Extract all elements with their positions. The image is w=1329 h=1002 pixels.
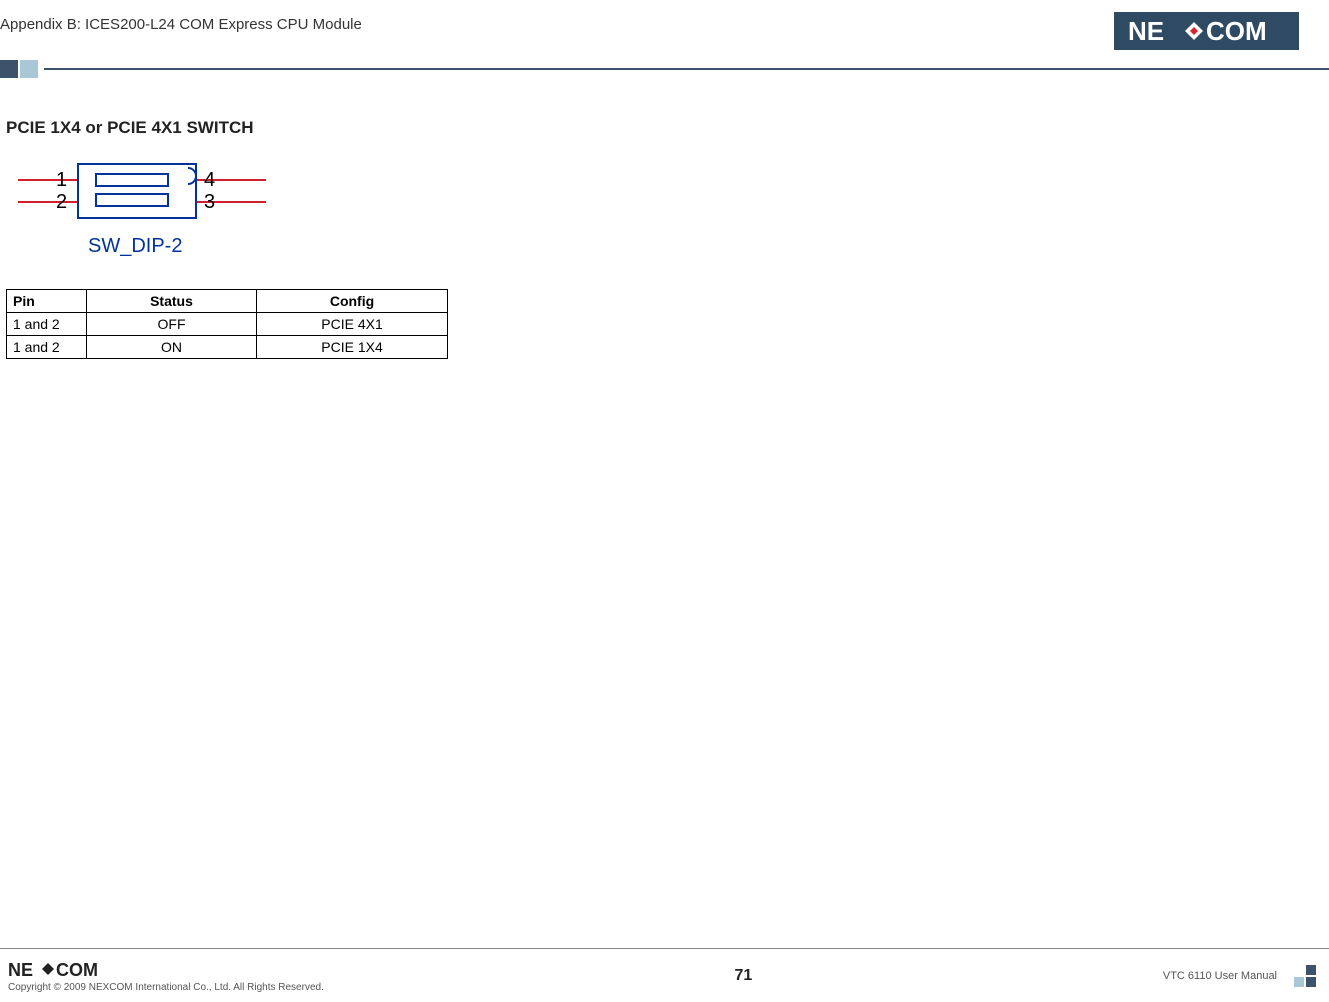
pin-label-1: 1 — [56, 169, 67, 191]
logo-right-text: COM — [1206, 16, 1267, 46]
nexcom-logo: NE COM — [1114, 12, 1299, 50]
header-divider — [0, 60, 1329, 78]
page-header: Appendix B: ICES200-L24 COM Express CPU … — [0, 0, 1329, 50]
table-row: 1 and 2 ON PCIE 1X4 — [7, 336, 448, 359]
page-number: 71 — [734, 967, 752, 985]
decor-squares-footer — [1293, 964, 1317, 988]
config-table: Pin Status Config 1 and 2 OFF PCIE 4X1 1… — [6, 289, 448, 359]
decor-square-light — [20, 60, 38, 78]
copyright-text: Copyright © 2009 NEXCOM International Co… — [8, 982, 324, 993]
col-status: Status — [87, 290, 257, 313]
divider-line — [44, 68, 1329, 70]
cell-config: PCIE 4X1 — [257, 313, 448, 336]
page-content: PCIE 1X4 or PCIE 4X1 SWITCH 1 2 4 3 SW_D… — [0, 78, 1329, 359]
cell-config: PCIE 1X4 — [257, 336, 448, 359]
table-header-row: Pin Status Config — [7, 290, 448, 313]
manual-name: VTC 6110 User Manual — [1163, 970, 1277, 982]
decor-square-dark — [0, 60, 18, 78]
logo-left-text: NE — [1128, 16, 1164, 46]
footer-logo-left: NE — [8, 960, 33, 980]
dip-switch-diagram: 1 2 4 3 SW_DIP-2 — [18, 156, 266, 271]
pin-label-4: 4 — [204, 169, 215, 191]
cell-status: ON — [87, 336, 257, 359]
page-footer: NE COM Copyright © 2009 NEXCOM Internati… — [0, 948, 1329, 1002]
section-title: PCIE 1X4 or PCIE 4X1 SWITCH — [6, 118, 1329, 138]
cell-pin: 1 and 2 — [7, 336, 87, 359]
col-pin: Pin — [7, 290, 87, 313]
table-row: 1 and 2 OFF PCIE 4X1 — [7, 313, 448, 336]
pin-label-3: 3 — [204, 191, 215, 213]
nexcom-logo-footer: NE COM — [8, 960, 118, 980]
cell-status: OFF — [87, 313, 257, 336]
col-config: Config — [257, 290, 448, 313]
footer-logo-right: COM — [56, 960, 98, 980]
header-title: Appendix B: ICES200-L24 COM Express CPU … — [0, 12, 362, 33]
pin-label-2: 2 — [56, 191, 67, 213]
diagram-caption: SW_DIP-2 — [88, 235, 182, 257]
cell-pin: 1 and 2 — [7, 313, 87, 336]
